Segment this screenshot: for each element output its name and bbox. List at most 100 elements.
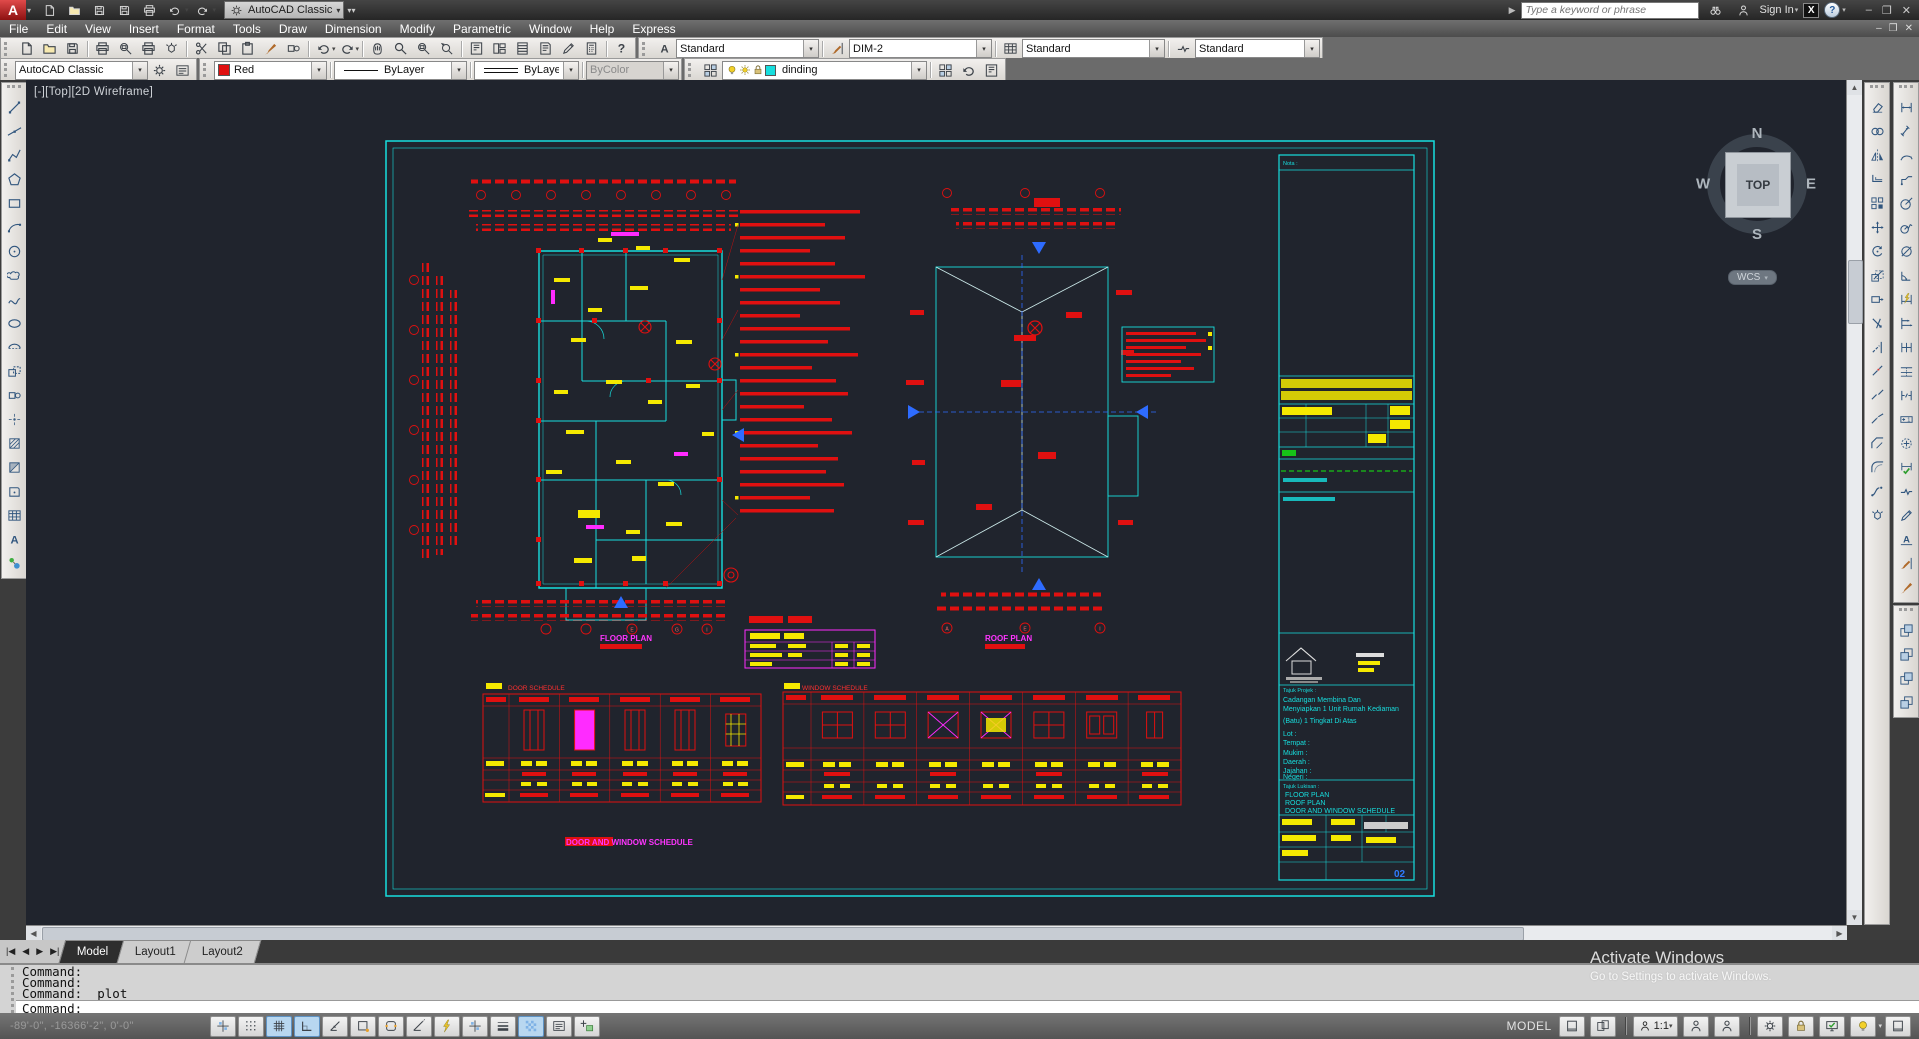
bring-above-objects-icon[interactable] xyxy=(1895,666,1917,690)
new-icon[interactable] xyxy=(15,39,38,59)
circle-icon[interactable] xyxy=(3,239,25,263)
diameter-dimension-icon[interactable] xyxy=(1895,239,1917,263)
multileader-style-select[interactable]: Standard▾ xyxy=(1195,39,1320,58)
text-style-select[interactable]: Standard▾ xyxy=(676,39,819,58)
vertical-scroll-thumb[interactable] xyxy=(1848,260,1863,324)
jogged-dimension-icon[interactable] xyxy=(1895,215,1917,239)
arc-icon[interactable] xyxy=(3,215,25,239)
compass-south-label[interactable]: S xyxy=(1752,226,1762,243)
scroll-right-icon[interactable]: ▶ xyxy=(1832,926,1847,940)
help-icon[interactable]: ? xyxy=(1824,2,1840,18)
open-button[interactable] xyxy=(63,0,86,20)
stretch-icon[interactable] xyxy=(1866,287,1888,311)
jogged-linear-icon[interactable] xyxy=(1895,479,1917,503)
menu-help[interactable]: Help xyxy=(581,20,624,37)
wcs-menu[interactable]: WCS▾ xyxy=(1728,270,1777,285)
paste-icon[interactable] xyxy=(236,39,259,59)
break-at-point-icon[interactable] xyxy=(1866,359,1888,383)
annotation-autoscale-icon[interactable] xyxy=(1714,1016,1740,1037)
workspaces-select[interactable]: AutoCAD Classic▾ xyxy=(15,61,148,80)
menu-insert[interactable]: Insert xyxy=(120,20,168,37)
cut-icon[interactable] xyxy=(190,39,213,59)
close-button[interactable]: ✕ xyxy=(1902,4,1911,17)
array-icon[interactable] xyxy=(1866,191,1888,215)
vertical-scrollbar[interactable]: ▲ ▼ xyxy=(1846,80,1862,925)
open-icon[interactable] xyxy=(38,39,61,59)
extend-icon[interactable] xyxy=(1866,335,1888,359)
transparency-toggle[interactable] xyxy=(518,1016,544,1037)
status-menu-caret-icon[interactable]: ▾ xyxy=(1878,1022,1882,1030)
infocenter-collapse-icon[interactable]: ▶ xyxy=(1509,5,1516,16)
exchange-apps-icon[interactable]: X xyxy=(1803,3,1819,18)
selection-cycling-toggle[interactable] xyxy=(574,1016,600,1037)
menu-modify[interactable]: Modify xyxy=(391,20,444,37)
trim-icon[interactable] xyxy=(1866,311,1888,335)
tolerance-icon[interactable] xyxy=(1895,407,1917,431)
dimension-text-edit-icon[interactable] xyxy=(1895,527,1917,551)
revision-cloud-icon[interactable] xyxy=(3,263,25,287)
undo-button[interactable] xyxy=(163,0,186,20)
ellipse-icon[interactable] xyxy=(3,311,25,335)
dimension-style-icon[interactable] xyxy=(826,39,849,59)
sheet-set-manager-icon[interactable] xyxy=(534,39,557,59)
model-paper-toggle[interactable]: MODEL xyxy=(1506,1019,1551,1033)
my-workspace-icon[interactable] xyxy=(171,60,194,80)
menu-view[interactable]: View xyxy=(76,20,120,37)
command-window-grip[interactable] xyxy=(2,967,14,1013)
menu-parametric[interactable]: Parametric xyxy=(444,20,520,37)
autocad-logo-icon[interactable]: A xyxy=(0,0,26,20)
pan-icon[interactable] xyxy=(366,39,389,59)
join-icon[interactable] xyxy=(1866,407,1888,431)
designcenter-icon[interactable] xyxy=(488,39,511,59)
menu-dimension[interactable]: Dimension xyxy=(316,20,391,37)
menu-tools[interactable]: Tools xyxy=(224,20,270,37)
lineweight-select[interactable]: ByLayer▾ xyxy=(474,61,579,80)
fillet-icon[interactable] xyxy=(1866,455,1888,479)
menu-draw[interactable]: Draw xyxy=(270,20,316,37)
quick-view-drawings-icon[interactable] xyxy=(1590,1016,1616,1037)
zoom-realtime-icon[interactable] xyxy=(389,39,412,59)
bring-to-front-icon[interactable] xyxy=(1895,618,1917,642)
continue-dimension-icon[interactable] xyxy=(1895,335,1917,359)
scroll-down-icon[interactable]: ▼ xyxy=(1847,910,1862,925)
make-block-icon[interactable] xyxy=(3,383,25,407)
tab-layout2[interactable]: Layout2 xyxy=(183,940,261,963)
linetype-select[interactable]: ByLayer▾ xyxy=(334,61,467,80)
region-icon[interactable] xyxy=(3,479,25,503)
dimension-update-icon[interactable] xyxy=(1895,551,1917,575)
menu-file[interactable]: File xyxy=(0,20,37,37)
undo-caret-icon[interactable]: ▾ xyxy=(185,6,189,14)
gradient-icon[interactable] xyxy=(3,455,25,479)
menu-window[interactable]: Window xyxy=(520,20,581,37)
zoom-window-icon[interactable] xyxy=(412,39,435,59)
ordinate-dimension-icon[interactable] xyxy=(1895,167,1917,191)
toolbar-grip[interactable] xyxy=(4,42,12,56)
compass-west-label[interactable]: W xyxy=(1696,176,1710,193)
restore-button[interactable]: ❐ xyxy=(1882,4,1892,17)
qnew-button[interactable] xyxy=(38,0,61,20)
move-icon[interactable] xyxy=(1866,215,1888,239)
layer-previous-icon[interactable] xyxy=(957,60,980,80)
copy-icon[interactable] xyxy=(1866,119,1888,143)
menu-express[interactable]: Express xyxy=(623,20,684,37)
command-window[interactable]: Command: Command: Command: _plot Command… xyxy=(0,963,1919,1015)
grid-display-toggle[interactable] xyxy=(266,1016,292,1037)
viewcube[interactable]: N S W E TOP xyxy=(1700,127,1814,241)
blend-curves-icon[interactable] xyxy=(1866,479,1888,503)
annotation-visibility-icon[interactable] xyxy=(1683,1016,1709,1037)
match-properties-icon[interactable] xyxy=(259,39,282,59)
help-toolbar-icon[interactable] xyxy=(610,39,633,59)
quick-view-layouts-icon[interactable] xyxy=(1559,1016,1585,1037)
erase-icon[interactable] xyxy=(1866,95,1888,119)
plot-icon[interactable] xyxy=(91,39,114,59)
model-space-canvas[interactable]: [-][Top][2D Wireframe] .lncy{stroke:#17d… xyxy=(26,80,1846,925)
mirror-icon[interactable] xyxy=(1866,143,1888,167)
snap-mode-toggle[interactable] xyxy=(238,1016,264,1037)
last-tab-button[interactable]: ▶| xyxy=(48,946,61,957)
angular-dimension-icon[interactable] xyxy=(1895,263,1917,287)
dimension-space-icon[interactable] xyxy=(1895,359,1917,383)
toolbar-grip[interactable] xyxy=(1899,85,1913,93)
3d-dwf-icon[interactable] xyxy=(160,39,183,59)
plot-preview-icon[interactable] xyxy=(114,39,137,59)
minimize-button[interactable]: – xyxy=(1866,4,1872,16)
